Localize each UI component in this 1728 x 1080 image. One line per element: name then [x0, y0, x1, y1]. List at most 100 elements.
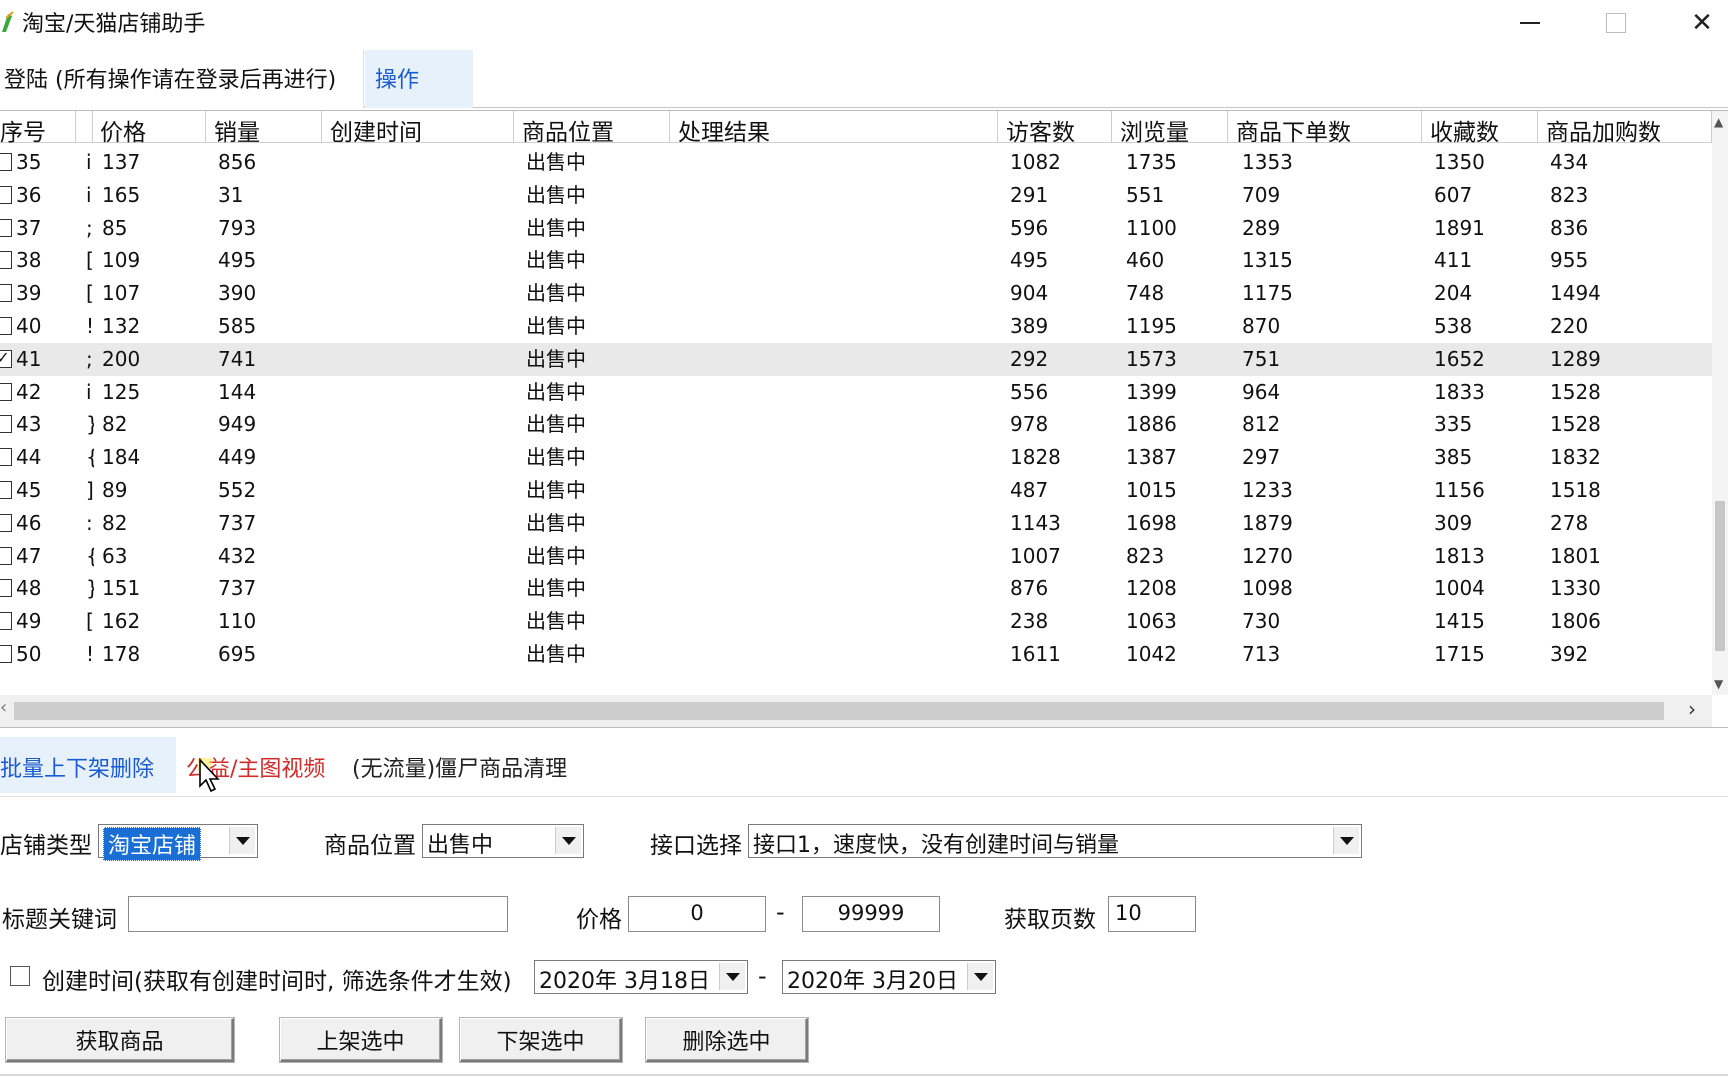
- table-row[interactable]: i 42 125 144 出售中 556 1399 964 1833 1528: [0, 376, 1712, 409]
- column-header-sales[interactable]: 销量: [206, 111, 322, 143]
- column-header-views[interactable]: 浏览量: [1112, 111, 1228, 143]
- scroll-left-icon[interactable]: ‹: [0, 697, 7, 718]
- vertical-scroll-thumb[interactable]: [1715, 501, 1725, 651]
- table-row[interactable]: [39 107 390 出售中 904 748 1175 204 1494: [0, 277, 1712, 310]
- cell-name: !: [86, 314, 94, 338]
- scroll-right-icon[interactable]: ›: [1688, 697, 1696, 721]
- column-header-result[interactable]: 处理结果: [670, 111, 998, 143]
- column-header-id[interactable]: 序号: [0, 111, 76, 143]
- row-checkbox[interactable]: [0, 382, 12, 401]
- chevron-down-icon[interactable]: [967, 963, 993, 990]
- table-row[interactable]: [49 162 110 出售中 238 1063 730 1415 1806: [0, 605, 1712, 638]
- location-select[interactable]: 出售中: [422, 824, 584, 858]
- row-checkbox[interactable]: [0, 612, 12, 631]
- shop-type-select[interactable]: 淘宝店铺: [98, 824, 258, 861]
- column-header-orders[interactable]: 商品下单数: [1228, 111, 1422, 143]
- row-checkbox[interactable]: [0, 251, 12, 270]
- fetch-products-button[interactable]: 获取商品: [6, 1018, 234, 1062]
- table-row[interactable]: ✓; 41 200 741 出售中 292 1573 751 1652 1289: [0, 342, 1712, 376]
- cell-favorites: 1813: [1434, 543, 1485, 568]
- list-selected-button[interactable]: 上架选中: [280, 1018, 442, 1062]
- cell-orders: 1270: [1242, 543, 1293, 568]
- created-time-checkbox[interactable]: [10, 966, 30, 986]
- maximize-button[interactable]: [1576, 0, 1656, 46]
- column-header-price[interactable]: 价格: [92, 111, 206, 143]
- column-header-location[interactable]: 商品位置: [514, 111, 670, 143]
- cell-orders: 1879: [1242, 510, 1293, 535]
- column-header-favorites[interactable]: 收藏数: [1422, 111, 1538, 143]
- row-checkbox[interactable]: [0, 218, 12, 237]
- chevron-down-icon[interactable]: [719, 963, 745, 990]
- row-checkbox[interactable]: [0, 579, 12, 598]
- delete-selected-button[interactable]: 删除选中: [646, 1018, 808, 1062]
- scroll-up-icon[interactable]: ▲: [1714, 115, 1723, 129]
- date-to-picker[interactable]: 2020年 3月20日: [782, 960, 996, 994]
- row-checkbox[interactable]: [0, 481, 12, 499]
- row-checkbox[interactable]: [0, 448, 12, 467]
- row-checkbox[interactable]: ✓: [0, 349, 12, 368]
- table-row[interactable]: i 36 165 31 出售中 291 551 709 607 823: [0, 179, 1712, 212]
- table-row[interactable]: } 48 151 737 出售中 876 1208 1098 1004 1330: [0, 572, 1712, 605]
- chevron-down-icon[interactable]: [1333, 827, 1359, 854]
- tab-operations[interactable]: 操作: [365, 50, 473, 108]
- table-row[interactable]: ] 45 89 552 出售中 487 1015 1233 1156 1518: [0, 474, 1712, 507]
- price-min-input[interactable]: 0: [628, 896, 766, 932]
- cell-orders: 1098: [1242, 576, 1293, 601]
- date-to-value: 2020年 3月20日: [787, 969, 958, 994]
- table-row[interactable]: [38 109 495 出售中 495 460 1315 411 955: [0, 244, 1712, 277]
- row-checkbox[interactable]: [0, 317, 12, 335]
- row-checkbox[interactable]: [0, 645, 12, 663]
- close-button[interactable]: ✕: [1662, 0, 1728, 46]
- delist-selected-button[interactable]: 下架选中: [460, 1018, 622, 1062]
- table-row[interactable]: : 46 82 737 出售中 1143 1698 1879 309 278: [0, 507, 1712, 540]
- vertical-scrollbar[interactable]: ▲ ▼: [1712, 111, 1728, 695]
- cell-orders: 751: [1242, 346, 1281, 371]
- date-from-picker[interactable]: 2020年 3月18日: [534, 960, 748, 994]
- horizontal-scrollbar[interactable]: ‹ ›: [0, 695, 1712, 727]
- cell-sales: 432: [218, 543, 257, 568]
- table-row[interactable]: ! 40 132 585 出售中 389 1195 870 538 220: [0, 310, 1712, 343]
- tab-zombie-cleanup[interactable]: (无流量)僵尸商品清理: [348, 737, 571, 793]
- cell-favorites: 1350: [1434, 150, 1485, 174]
- cell-price: 82: [102, 510, 128, 535]
- cell-id: 42: [16, 379, 42, 404]
- table-row[interactable]: } 43 82 949 出售中 978 1886 812 335 1528: [0, 408, 1712, 441]
- horizontal-scroll-thumb[interactable]: [14, 702, 1664, 720]
- cell-favorites: 1833: [1434, 379, 1485, 404]
- column-header-name[interactable]: [76, 111, 93, 143]
- row-checkbox[interactable]: [0, 284, 12, 303]
- row-checkbox[interactable]: [0, 513, 12, 532]
- minimize-button[interactable]: [1490, 0, 1570, 46]
- top-tab-strip: 登陆 (所有操作请在登录后再进行) 操作: [0, 50, 1728, 108]
- table-row[interactable]: ! 50 178 695 出售中 1611 1042 713 1715 392: [0, 638, 1712, 671]
- cell-id: 46: [16, 510, 42, 535]
- row-checkbox[interactable]: [0, 153, 12, 171]
- product-list[interactable]: 序号 价格 销量 创建时间 商品位置 处理结果 访客数 浏览量 商品下单数 收藏…: [0, 110, 1728, 728]
- cell-carts: 1528: [1550, 412, 1601, 437]
- tab-login[interactable]: 登陆 (所有操作请在登录后再进行): [0, 50, 364, 108]
- keyword-input[interactable]: [128, 896, 508, 932]
- chevron-down-icon[interactable]: [229, 827, 255, 854]
- scroll-down-icon[interactable]: ▼: [1714, 677, 1723, 691]
- table-row[interactable]: {44 184 449 出售中 1828 1387 297 385 1832: [0, 441, 1712, 474]
- column-header-visitors[interactable]: 访客数: [998, 111, 1112, 143]
- row-checkbox[interactable]: [0, 415, 12, 434]
- table-row[interactable]: i 35 137 856 出售中 1082 1735 1353 1350 434: [0, 146, 1712, 179]
- tab-batch-shelf[interactable]: 批量上下架删除: [0, 737, 176, 793]
- cell-orders: 812: [1242, 412, 1281, 437]
- chevron-down-icon[interactable]: [555, 827, 581, 854]
- column-header-created[interactable]: 创建时间: [322, 111, 514, 143]
- api-select[interactable]: 接口1，速度快，没有创建时间与销量: [748, 824, 1362, 858]
- minimize-icon: [1520, 22, 1540, 24]
- table-row[interactable]: {47 63 432 出售中 1007 823 1270 1813 1801: [0, 540, 1712, 573]
- cell-sales: 695: [218, 642, 257, 666]
- column-header-carts[interactable]: 商品加购数: [1538, 111, 1712, 143]
- row-checkbox[interactable]: [0, 546, 12, 565]
- table-row[interactable]: ; 37 85 793 出售中 596 1100 289 1891 836: [0, 212, 1712, 245]
- cell-orders: 297: [1242, 445, 1281, 470]
- cell-carts: 823: [1550, 182, 1589, 207]
- price-max-input[interactable]: 99999: [802, 896, 940, 932]
- cell-price: 125: [102, 379, 141, 404]
- row-checkbox[interactable]: [0, 185, 12, 204]
- pages-input[interactable]: 10: [1108, 896, 1196, 932]
